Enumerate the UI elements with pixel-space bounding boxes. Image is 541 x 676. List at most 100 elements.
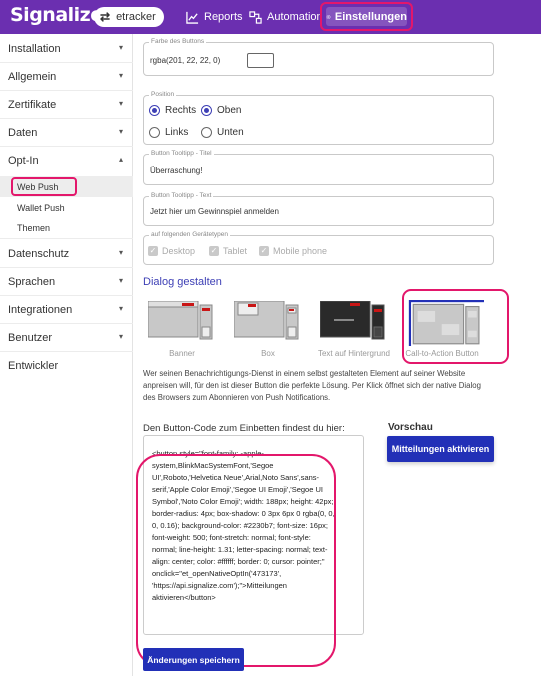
- chevron-down-icon: ▾: [118, 304, 123, 313]
- field-legend: Button Tooltipp - Text: [149, 192, 214, 199]
- chevron-down-icon: ▾: [118, 248, 123, 257]
- radio-dot: [149, 105, 160, 116]
- field-legend: Button Tooltipp - Titel: [149, 150, 214, 157]
- layout-option-box[interactable]: Box: [229, 301, 307, 361]
- field-legend: auf folgenden Gerätetypen: [149, 231, 230, 238]
- sidebar-item-label: Daten: [8, 126, 38, 139]
- position-field: Position Rechts Oben Links Unten: [143, 91, 494, 145]
- checkmark-icon: ✓: [259, 246, 269, 256]
- nav-reports[interactable]: Reports: [186, 7, 243, 27]
- checkmark-icon: ✓: [209, 246, 219, 256]
- checkbox-label: Tablet: [223, 246, 248, 256]
- gear-icon: [326, 14, 331, 19]
- checkbox-desktop[interactable]: ✓ Desktop: [148, 246, 195, 256]
- chart-icon: [186, 11, 199, 24]
- automation-icon: [249, 10, 262, 24]
- logo[interactable]: Signalize: [10, 4, 103, 26]
- sidebar-item-label: Benutzer: [8, 331, 53, 344]
- nav-automation-label: Automation: [267, 11, 323, 23]
- device-types-field: auf folgenden Gerätetypen ✓ Desktop ✓ Ta…: [143, 231, 494, 265]
- sidebar-item-label: Entwickler: [8, 360, 59, 372]
- sidebar-item-benutzer[interactable]: Benutzer ▾: [0, 324, 133, 352]
- web-push-highlight: [11, 177, 77, 196]
- sidebar-item-integrationen[interactable]: Integrationen ▾: [0, 296, 133, 324]
- nav-settings-highlight: Einstellungen: [320, 2, 413, 31]
- radio-label: Unten: [217, 127, 244, 138]
- chevron-down-icon: ▾: [118, 99, 123, 108]
- sidebar-item-label: Integrationen: [8, 303, 73, 316]
- radio-dot: [149, 127, 160, 138]
- radio-links[interactable]: Links: [149, 127, 188, 138]
- sidebar-item-label: Sprachen: [8, 275, 56, 288]
- checkbox-label: Desktop: [162, 246, 196, 256]
- chevron-down-icon: ▾: [118, 276, 123, 285]
- chevron-down-icon: ▾: [118, 332, 123, 341]
- radio-rechts[interactable]: Rechts: [149, 105, 196, 116]
- field-legend: Position: [149, 91, 177, 98]
- color-picker-swatch[interactable]: [247, 53, 274, 68]
- sidebar-item-sprachen[interactable]: Sprachen ▾: [0, 268, 133, 296]
- cta-option-highlight: [402, 289, 509, 364]
- chevron-down-icon: ▾: [118, 127, 123, 136]
- checkbox-label: Mobile phone: [273, 246, 328, 256]
- nav-reports-label: Reports: [204, 11, 243, 23]
- layout-option-label: Banner: [169, 349, 195, 358]
- tooltip-text-field[interactable]: Button Tooltipp - Text Jetzt hier um Gew…: [143, 192, 494, 226]
- layout-option-banner[interactable]: Banner: [143, 301, 221, 361]
- tooltip-text-value[interactable]: Jetzt hier um Gewinnspiel anmelden: [150, 207, 279, 216]
- radio-label: Oben: [217, 105, 242, 116]
- sidebar-item-label: Allgemein: [8, 70, 57, 83]
- preview-activate-button[interactable]: Mitteilungen aktivieren: [387, 436, 494, 462]
- top-navbar: Signalize ⇄ etracker Reports Automation …: [0, 0, 541, 34]
- swap-icon: ⇄: [100, 10, 111, 24]
- nav-automation[interactable]: Automation: [249, 7, 323, 27]
- sidebar-subitem-wallet-push[interactable]: Wallet Push: [0, 197, 133, 218]
- layout-option-label: Text auf Hintergrund: [317, 349, 391, 358]
- radio-oben[interactable]: Oben: [201, 105, 241, 116]
- dialog-description: Wer seinen Benachrichtigungs-Dienst in e…: [143, 369, 481, 402]
- radio-label: Links: [165, 127, 189, 138]
- sidebar-item-entwickler[interactable]: Entwickler: [0, 352, 133, 380]
- layout-option-label: Box: [261, 349, 275, 358]
- checkmark-icon: ✓: [148, 246, 158, 256]
- sidebar-subitem-themen[interactable]: Themen: [0, 218, 133, 239]
- button-color-value[interactable]: rgba(201, 22, 22, 0): [150, 56, 220, 65]
- box-layout-thumbnail: [234, 301, 299, 340]
- radio-label: Rechts: [165, 105, 197, 116]
- tooltip-title-value[interactable]: Überraschung!: [150, 166, 202, 175]
- chevron-down-icon: ▾: [118, 71, 123, 80]
- nav-settings[interactable]: Einstellungen: [326, 7, 407, 26]
- layout-option-text-background[interactable]: Text auf Hintergrund: [315, 301, 393, 361]
- code-heading: Den Button-Code zum Einbetten findest du…: [143, 423, 345, 434]
- project-name: etracker: [116, 11, 156, 23]
- tooltip-title-field[interactable]: Button Tooltipp - Titel Überraschung!: [143, 150, 494, 185]
- sidebar-item-daten[interactable]: Daten ▾: [0, 119, 133, 147]
- code-highlight: [136, 454, 336, 667]
- text-background-layout-thumbnail: [320, 301, 385, 340]
- sidebar-item-allgemein[interactable]: Allgemein ▾: [0, 63, 133, 91]
- checkbox-mobile-phone[interactable]: ✓ Mobile phone: [259, 246, 327, 256]
- sidebar-item-label: Zertifikate: [8, 98, 57, 111]
- sidebar-subitem-label: Themen: [17, 223, 51, 233]
- chevron-up-icon: ▴: [118, 155, 123, 164]
- banner-layout-thumbnail: [148, 301, 213, 340]
- sidebar-item-opt-in[interactable]: Opt-In ▴: [0, 147, 133, 175]
- nav-settings-label: Einstellungen: [334, 10, 407, 23]
- checkbox-tablet[interactable]: ✓ Tablet: [209, 246, 247, 256]
- project-switcher-button[interactable]: ⇄ etracker: [94, 7, 164, 27]
- main-content: Farbe des Buttons rgba(201, 22, 22, 0) P…: [133, 34, 541, 676]
- sidebar-subitem-label: Wallet Push: [17, 202, 65, 213]
- sidebar-item-label: Datenschutz: [8, 247, 70, 260]
- sidebar: Installation ▾ Allgemein ▾ Zertifikate ▾…: [0, 34, 133, 676]
- sidebar-item-installation[interactable]: Installation ▾: [0, 35, 133, 63]
- save-button[interactable]: Änderungen speichern: [143, 648, 244, 671]
- chevron-down-icon: ▾: [118, 43, 123, 52]
- button-color-field[interactable]: Farbe des Buttons rgba(201, 22, 22, 0): [143, 38, 494, 76]
- radio-unten[interactable]: Unten: [201, 127, 244, 138]
- field-legend: Farbe des Buttons: [149, 38, 207, 45]
- sidebar-item-zertifikate[interactable]: Zertifikate ▾: [0, 91, 133, 119]
- sidebar-item-label: Opt-In: [8, 155, 39, 167]
- radio-dot: [201, 105, 212, 116]
- sidebar-item-datenschutz[interactable]: Datenschutz ▾: [0, 240, 133, 268]
- dialog-section-title: Dialog gestalten: [143, 276, 222, 288]
